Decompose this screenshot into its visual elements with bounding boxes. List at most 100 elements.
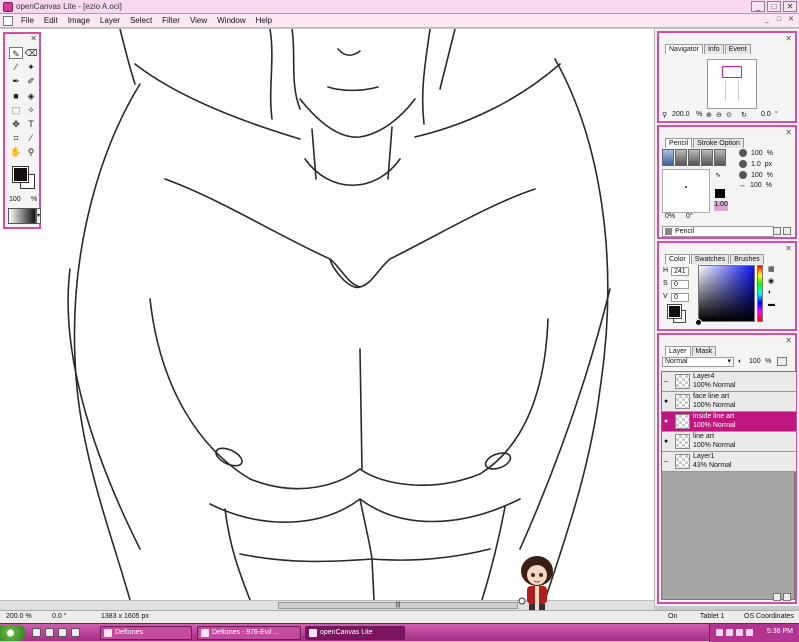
- delete-layer-icon[interactable]: [783, 593, 791, 601]
- tab-stroke-option[interactable]: Stroke Option: [693, 138, 744, 148]
- hand-tool-icon[interactable]: ✋: [9, 146, 23, 158]
- tab-brushes[interactable]: Brushes: [730, 254, 764, 264]
- maximize-button[interactable]: □: [767, 1, 781, 12]
- hue-input[interactable]: 241: [671, 267, 689, 276]
- task-opencanvas[interactable]: openCanvas Lite: [305, 626, 405, 640]
- navigator-view-rect[interactable]: [722, 66, 742, 78]
- brush-name-field[interactable]: Pencil: [662, 226, 774, 237]
- zoom-in-icon[interactable]: ⊕: [706, 111, 712, 119]
- pen-tool-icon[interactable]: ✒: [9, 75, 23, 87]
- eye-icon[interactable]: ●: [664, 418, 672, 426]
- quicklaunch-media-icon[interactable]: [45, 628, 54, 637]
- color-wheel-icon[interactable]: ◉: [768, 277, 780, 285]
- crop-tool-icon[interactable]: ⌗: [9, 132, 23, 144]
- brush-preset-2[interactable]: [675, 149, 687, 166]
- toolbox-opacity-value[interactable]: 100: [9, 196, 21, 203]
- layer-close-icon[interactable]: ✕: [785, 336, 792, 345]
- tab-layer[interactable]: Layer: [665, 346, 691, 356]
- color-swap-icon[interactable]: ◐: [768, 289, 780, 297]
- select-tool-icon[interactable]: ⬚: [9, 104, 23, 116]
- hue-slider[interactable]: [757, 265, 763, 322]
- close-button[interactable]: ✕: [783, 1, 797, 12]
- pencil-tool-icon[interactable]: ✎: [9, 47, 23, 59]
- tray-volume-icon[interactable]: [726, 629, 733, 636]
- new-layer-icon[interactable]: [773, 593, 781, 601]
- blend-dropdown-icon[interactable]: ▾: [727, 358, 731, 366]
- tray-security-icon[interactable]: [736, 629, 743, 636]
- delete-brush-icon[interactable]: [783, 227, 791, 235]
- tab-info[interactable]: Info: [703, 44, 724, 54]
- saturation-value-picker[interactable]: [695, 265, 755, 326]
- menu-image[interactable]: Image: [63, 16, 95, 25]
- magic-wand-icon[interactable]: ✧: [24, 104, 38, 116]
- quicklaunch-app-icon[interactable]: [71, 628, 80, 637]
- foreground-color-swatch[interactable]: [12, 166, 29, 183]
- tab-color[interactable]: Color: [665, 254, 690, 264]
- minimize-button[interactable]: _: [751, 1, 765, 12]
- gradient-dropdown-icon[interactable]: ▾: [36, 208, 41, 224]
- brush-preset-5[interactable]: [714, 149, 726, 166]
- eraser-tool-icon[interactable]: ⌫: [24, 47, 38, 59]
- text-tool-icon[interactable]: T: [24, 118, 38, 130]
- blend-value[interactable]: 100: [751, 172, 763, 179]
- task-deftones-folder[interactable]: Deftones: [100, 626, 192, 640]
- brush-preset-3[interactable]: [688, 149, 700, 166]
- quicklaunch-desktop-icon[interactable]: [58, 628, 67, 637]
- eyedropper-icon[interactable]: ⁄: [24, 132, 38, 144]
- airbrush-tool-icon[interactable]: ✦: [24, 61, 38, 73]
- menu-layer[interactable]: Layer: [95, 16, 125, 25]
- brush-tool-icon[interactable]: ∕: [9, 61, 23, 73]
- eye-icon[interactable]: ●: [664, 438, 672, 446]
- task-deftones-player[interactable]: Deftones - 976-Evil ...: [197, 626, 301, 640]
- color-foreground-swatch[interactable]: [667, 304, 682, 319]
- eye-icon[interactable]: ●: [664, 398, 672, 406]
- zoom-fit-icon[interactable]: ⊙: [726, 111, 732, 119]
- tray-tablet-icon[interactable]: [746, 629, 753, 636]
- tab-swatches[interactable]: Swatches: [690, 254, 730, 264]
- eye-icon[interactable]: –: [664, 378, 672, 386]
- menu-window[interactable]: Window: [212, 16, 250, 25]
- color-mode-icon[interactable]: ▦: [768, 265, 780, 273]
- color-close-icon[interactable]: ✕: [785, 244, 792, 253]
- angle-percent[interactable]: 0%: [665, 213, 675, 220]
- tray-network-icon[interactable]: [716, 629, 723, 636]
- zoom-tool-icon[interactable]: ⚲: [24, 146, 38, 158]
- menu-filter[interactable]: Filter: [157, 16, 185, 25]
- ratio-value[interactable]: 1.00: [714, 201, 728, 211]
- navigator-zoom-value[interactable]: 200.0: [672, 111, 690, 118]
- layer-row-layer1[interactable]: – Layer1 43% Normal: [662, 452, 796, 472]
- brush-preset-1[interactable]: [662, 149, 674, 166]
- watercolor-tool-icon[interactable]: ✐: [24, 75, 38, 87]
- tab-event[interactable]: Event: [724, 44, 751, 54]
- lock-icon[interactable]: [777, 357, 787, 366]
- menu-help[interactable]: Help: [251, 16, 277, 25]
- tab-mask[interactable]: Mask: [691, 346, 717, 356]
- rotate-icon[interactable]: ↻: [741, 111, 747, 119]
- drawing-canvas[interactable]: [0, 29, 654, 600]
- tab-pencil[interactable]: Pencil: [665, 138, 693, 148]
- fill-tool-icon[interactable]: ■: [9, 90, 23, 102]
- doc-close-button[interactable]: ✕: [786, 16, 796, 25]
- stretch-value[interactable]: 100: [750, 182, 762, 189]
- layer-row-face-line-art[interactable]: ● face line art 100% Normal: [662, 392, 796, 412]
- saturation-input[interactable]: 0: [671, 280, 689, 289]
- color-bar-icon[interactable]: ▬: [768, 301, 780, 309]
- layer-row-layer4[interactable]: – Layer4 100% Normal: [662, 372, 796, 392]
- navigator-close-icon[interactable]: ✕: [785, 34, 792, 43]
- quicklaunch-browser-icon[interactable]: [32, 628, 41, 637]
- navigator-thumbnail[interactable]: [707, 59, 757, 109]
- gradient-preview[interactable]: [8, 208, 36, 224]
- new-brush-icon[interactable]: [773, 227, 781, 235]
- zoom-out-icon[interactable]: ⊖: [716, 111, 722, 119]
- menu-view[interactable]: View: [185, 16, 212, 25]
- density-value[interactable]: 100: [751, 150, 763, 157]
- angle-degree[interactable]: 0°: [686, 213, 693, 220]
- start-button[interactable]: [0, 625, 26, 641]
- size-value[interactable]: 1.0: [751, 161, 761, 168]
- layer-opacity-value[interactable]: 100: [749, 358, 761, 365]
- value-input[interactable]: 0: [671, 293, 689, 302]
- doc-restore-button[interactable]: □: [774, 16, 784, 25]
- curve-icon[interactable]: ∿: [715, 171, 721, 179]
- shape-icon[interactable]: [715, 189, 725, 198]
- tray-clock[interactable]: 5:36 PM: [767, 628, 793, 635]
